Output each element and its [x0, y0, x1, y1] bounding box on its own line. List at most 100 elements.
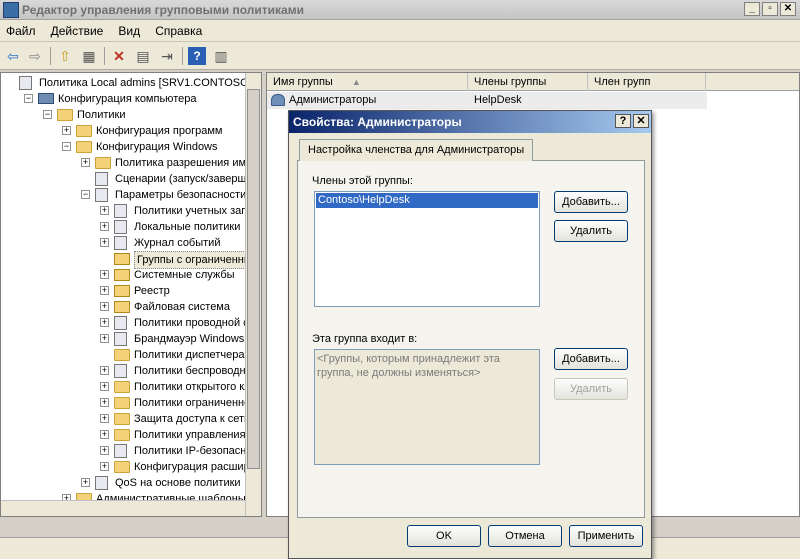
tree-item[interactable]: + Защита доступа к сети: [1, 411, 250, 427]
expand-icon[interactable]: +: [100, 270, 109, 279]
add-member-button[interactable]: Добавить...: [554, 191, 628, 213]
show-hide-action-pane-icon[interactable]: ▥: [212, 47, 230, 65]
properties-dialog: Свойства: Администраторы ? ✕ Настройка ч…: [288, 110, 652, 559]
group-users-icon: [271, 94, 285, 106]
tree-item[interactable]: − Политики: [1, 107, 245, 123]
up-folder-icon[interactable]: ⇧: [56, 47, 74, 65]
back-arrow-icon[interactable]: ⇦: [4, 47, 22, 65]
minimize-button[interactable]: _: [744, 2, 760, 16]
folder-icon: [76, 141, 92, 153]
collapse-icon[interactable]: −: [62, 142, 71, 151]
restore-button[interactable]: ▫: [762, 2, 778, 16]
expand-icon[interactable]: +: [100, 222, 109, 231]
expand-icon[interactable]: +: [100, 238, 109, 247]
tree-item-label: Политики учетных записей: [134, 205, 262, 217]
column-header-group-name[interactable]: Имя группы ▲: [267, 73, 468, 91]
expand-icon[interactable]: +: [100, 398, 109, 407]
tab-membership[interactable]: Настройка членства для Администраторы: [299, 139, 534, 161]
export-icon[interactable]: ⇥: [158, 47, 176, 65]
expand-icon[interactable]: +: [81, 478, 90, 487]
expand-icon[interactable]: +: [100, 446, 109, 455]
tree-item[interactable]: + Политика разрешения имен: [1, 155, 258, 171]
memberof-listbox[interactable]: <Группы, которым принадлежит эта группа,…: [314, 349, 540, 465]
expand-icon[interactable]: +: [100, 318, 109, 327]
expand-icon[interactable]: +: [81, 158, 90, 167]
expand-icon[interactable]: +: [100, 366, 109, 375]
tree-item[interactable]: + Файловая система: [1, 299, 245, 315]
menu-action[interactable]: Действие: [45, 20, 110, 42]
tree-item-label: Локальные политики: [134, 221, 241, 233]
dialog-help-button[interactable]: ?: [615, 114, 631, 128]
expand-icon[interactable]: +: [100, 334, 109, 343]
tree-item[interactable]: + Политики учетных записей: [1, 203, 261, 219]
menu-view[interactable]: Вид: [112, 20, 146, 42]
dialog-titlebar: Свойства: Администраторы ? ✕: [289, 111, 651, 133]
doc-icon: [114, 204, 127, 218]
tree-item[interactable]: Группы с ограниченным доступом: [1, 251, 261, 269]
expand-icon[interactable]: +: [100, 286, 109, 295]
tree-item[interactable]: − Параметры безопасности: [1, 187, 246, 203]
ok-button[interactable]: OK: [407, 525, 481, 547]
cancel-button[interactable]: Отмена: [488, 525, 562, 547]
forward-arrow-icon[interactable]: ⇨: [26, 47, 44, 65]
dialog-close-button[interactable]: ✕: [633, 114, 649, 128]
expand-icon[interactable]: +: [100, 206, 109, 215]
close-button[interactable]: ✕: [780, 2, 796, 16]
tree-item[interactable]: + Политики открытого ключа: [1, 379, 261, 395]
tree-vertical-scrollbar[interactable]: [245, 73, 261, 516]
menu-file[interactable]: Файл: [0, 20, 42, 42]
folder-icon: [57, 109, 73, 121]
collapse-icon[interactable]: −: [24, 94, 33, 103]
console-tree: +Настройка+Административные шаблоны: опр…: [0, 72, 262, 517]
expand-icon[interactable]: +: [62, 126, 71, 135]
tree-item[interactable]: + Журнал событий: [1, 235, 245, 251]
tree-item[interactable]: Сценарии (запуск/завершение): [1, 171, 261, 187]
folder-icon: [95, 157, 111, 169]
tree-item[interactable]: + Политики IP-безопасности: [1, 443, 261, 459]
tree-item[interactable]: Политика Local admins [SRV1.CONTOSO.COM]: [1, 75, 261, 91]
table-row[interactable]: Администраторы HelpDesk: [267, 92, 707, 109]
tree-item-label: Конфигурация компьютера: [58, 93, 197, 105]
remove-member-button[interactable]: Удалить: [554, 220, 628, 242]
tree-item-label: Политики диспетчера списков: [134, 349, 261, 361]
tree-item[interactable]: + QoS на основе политики: [1, 475, 245, 491]
tree-item[interactable]: − Конфигурация Windows: [1, 139, 245, 155]
expand-icon[interactable]: +: [100, 382, 109, 391]
expand-icon[interactable]: +: [100, 414, 109, 423]
expand-icon[interactable]: +: [100, 462, 109, 471]
tree-horizontal-scrollbar[interactable]: [1, 500, 245, 516]
tree-item[interactable]: Политики диспетчера списков: [1, 347, 261, 363]
tree-item[interactable]: + Политики проводной сети: [1, 315, 261, 331]
tree-item[interactable]: − Конфигурация компьютера: [1, 91, 245, 107]
tree-item[interactable]: + Политики беспроводной сети: [1, 363, 261, 379]
tree-item[interactable]: + Конфигурация программ: [1, 123, 245, 139]
properties-icon[interactable]: ▤: [134, 47, 152, 65]
column-header-members[interactable]: Члены группы: [468, 73, 588, 91]
apply-button[interactable]: Применить: [569, 525, 643, 547]
tree-item[interactable]: + Политики управления приложениями: [1, 427, 261, 443]
tree-item[interactable]: + Брандмауэр Windows в режиме: [1, 331, 261, 347]
tree-item[interactable]: + Реестр: [1, 283, 245, 299]
doc-icon: [114, 220, 127, 234]
tree-item[interactable]: + Системные службы: [1, 267, 245, 283]
sort-ascending-icon: ▲: [351, 77, 361, 87]
remove-memberof-button[interactable]: Удалить: [554, 378, 628, 400]
help-icon[interactable]: ?: [188, 47, 206, 65]
menu-help[interactable]: Справка: [149, 20, 208, 42]
add-memberof-button[interactable]: Добавить...: [554, 348, 628, 370]
doc-icon: [114, 444, 127, 458]
show-hide-tree-icon[interactable]: ▦: [80, 47, 98, 65]
tree-item[interactable]: + Локальные политики: [1, 219, 245, 235]
expand-icon[interactable]: +: [100, 430, 109, 439]
dialog-title: Свойства: Администраторы: [293, 115, 462, 129]
tree-item[interactable]: + Конфигурация расширенной: [1, 459, 261, 475]
column-header-member-of[interactable]: Член групп: [588, 73, 706, 91]
members-listbox[interactable]: Contoso\HelpDesk: [314, 191, 540, 307]
collapse-icon[interactable]: −: [43, 110, 52, 119]
expand-icon[interactable]: +: [100, 302, 109, 311]
list-item[interactable]: Contoso\HelpDesk: [316, 193, 538, 208]
tree-item[interactable]: + Политики ограниченного: [1, 395, 260, 411]
delete-icon[interactable]: ✕: [110, 47, 128, 65]
collapse-icon[interactable]: −: [81, 190, 90, 199]
tree-item-label: Конфигурация программ: [96, 125, 223, 137]
